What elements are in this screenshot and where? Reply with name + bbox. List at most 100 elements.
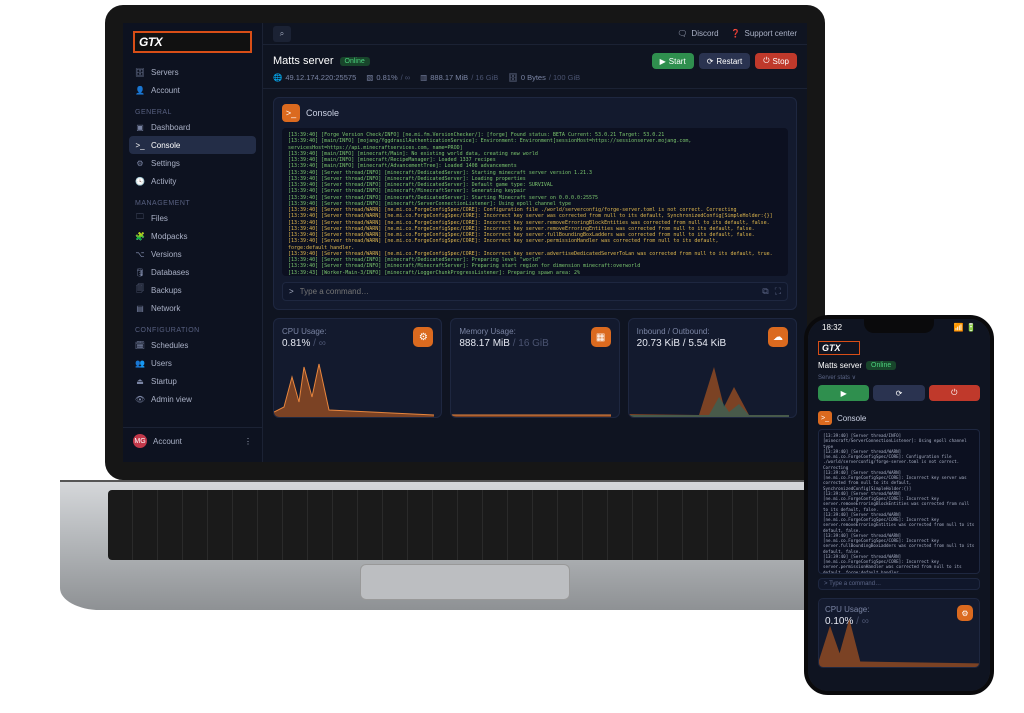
- schedule-icon: 🗓: [135, 340, 145, 350]
- users-icon: 👥: [135, 358, 145, 368]
- nav-activity[interactable]: 🕓 Activity: [123, 172, 262, 190]
- nav-label: Files: [151, 214, 168, 223]
- nav-label: Activity: [151, 177, 176, 186]
- nav-label: Users: [151, 359, 172, 368]
- nav-dashboard[interactable]: ▣ Dashboard: [123, 118, 262, 136]
- search-icon: ⌕: [280, 29, 284, 39]
- brand-logo: GTX: [818, 341, 860, 355]
- main-content: ⌕ 🗨Discord ❓Support center Matts server …: [263, 23, 807, 462]
- server-name: Matts server: [818, 361, 862, 370]
- nav-users[interactable]: 👥 Users: [123, 354, 262, 372]
- network-icon: ▤: [135, 303, 145, 313]
- nav-backups[interactable]: 🗐 Backups: [123, 281, 262, 299]
- cpu-card: CPU Usage: 0.10% / ∞ ⚙: [818, 598, 980, 668]
- discord-link[interactable]: 🗨Discord: [677, 29, 718, 38]
- nav-label: Account: [151, 86, 180, 95]
- backup-icon: 🗐: [135, 285, 145, 295]
- cpu-card-title: CPU Usage:: [282, 327, 433, 336]
- nav-admin-view[interactable]: 👁Admin view: [123, 390, 262, 408]
- console-title: Console: [837, 414, 866, 423]
- nav-label: Backups: [151, 286, 182, 295]
- network-card-title: Inbound / Outbound:: [637, 327, 788, 336]
- user-icon: 👤: [135, 85, 145, 95]
- brand-logo: GTX: [133, 31, 252, 53]
- terminal-icon: >_: [818, 411, 832, 425]
- cpu-sparkline: [274, 362, 434, 417]
- cpu-icon: ▧: [366, 73, 373, 82]
- versions-icon: ⌥: [135, 249, 145, 259]
- fullscreen-button[interactable]: ⛶: [775, 286, 781, 297]
- status-badge: Online: [866, 361, 896, 370]
- power-icon: ⏻: [951, 388, 957, 398]
- server-icon: 🗄: [135, 67, 145, 77]
- sidebar-footer[interactable]: MG Account ⋮: [123, 427, 262, 454]
- discord-icon: 🗨: [677, 29, 687, 38]
- server-ip: 🌐49.12.174.220:25575: [273, 73, 356, 82]
- nav-label: Dashboard: [151, 123, 190, 132]
- nav-settings[interactable]: ⚙Settings: [123, 154, 262, 172]
- terminal-icon: >_: [135, 140, 145, 150]
- phone-signal-icons: 📶 🔋: [954, 323, 976, 332]
- nav-console[interactable]: >_Console: [129, 136, 256, 154]
- restart-button[interactable]: ⟳: [873, 385, 924, 401]
- stop-button[interactable]: ⏻Stop: [755, 53, 797, 69]
- chip-icon: ⚙: [413, 327, 433, 347]
- server-name: Matts server: [273, 55, 334, 67]
- nav-network[interactable]: ▤ Network: [123, 299, 262, 317]
- memory-card: Memory Usage: 888.17 MiB / 16 GiB ▦: [450, 318, 619, 418]
- command-input[interactable]: > Type a command…: [818, 578, 980, 590]
- console-panel: >_Console [13:39:40] [Forge Version Chec…: [273, 97, 797, 310]
- play-icon: ▶: [841, 389, 847, 398]
- nav-startup[interactable]: ⏏Startup: [123, 372, 262, 390]
- console-output[interactable]: [13:39:40] [Server thread/INFO] [minecra…: [818, 429, 980, 574]
- nav-databases[interactable]: 🛢Databases: [123, 263, 262, 281]
- nav-files[interactable]: 🗀Files: [123, 209, 262, 227]
- dots-icon[interactable]: ⋮: [244, 437, 252, 446]
- restart-button[interactable]: ⟳Restart: [699, 53, 751, 69]
- topbar: ⌕ 🗨Discord ❓Support center: [263, 23, 807, 45]
- nav-label: Databases: [151, 268, 189, 277]
- support-link[interactable]: ❓Support center: [731, 29, 797, 38]
- nav-label: Settings: [151, 159, 180, 168]
- nav-modpacks[interactable]: 🧩Modpacks: [123, 227, 262, 245]
- play-icon: ▶: [660, 57, 666, 66]
- nav-account[interactable]: 👤 Account: [123, 81, 262, 99]
- support-label: Support center: [745, 29, 797, 38]
- laptop-trackpad: [360, 564, 570, 600]
- server-mem-stat: ▥888.17 MiB / 16 GiB: [420, 73, 498, 82]
- search-button[interactable]: ⌕: [273, 26, 291, 42]
- phone-time: 18:32: [822, 323, 842, 332]
- memory-icon: ▥: [420, 73, 427, 82]
- phone-frame: 18:32 📶 🔋 GTX Matts server Online Server…: [804, 315, 994, 695]
- server-disk-stat: 🗄0 Bytes / 100 GiB: [508, 73, 580, 82]
- console-output[interactable]: [13:39:40] [Forge Version Check/INFO] [n…: [282, 128, 788, 276]
- copy-button[interactable]: ⧉: [762, 286, 768, 297]
- nav-heading-management: MANAGEMENT: [123, 196, 262, 209]
- network-card: Inbound / Outbound: 20.73 KiB / 5.54 KiB…: [628, 318, 797, 418]
- start-button[interactable]: ▶: [818, 385, 869, 401]
- nav-label: Servers: [151, 68, 179, 77]
- startup-icon: ⏏: [135, 376, 145, 386]
- nav-servers[interactable]: 🗄 Servers: [123, 63, 262, 81]
- cloud-icon: ☁: [768, 327, 788, 347]
- server-stats-toggle[interactable]: Server stats ∨: [808, 374, 990, 385]
- avatar: MG: [133, 434, 147, 448]
- nav-versions[interactable]: ⌥ Versions: [123, 245, 262, 263]
- dashboard-icon: ▣: [135, 122, 145, 132]
- restart-icon: ⟳: [707, 57, 714, 66]
- sidebar: GTX 🗄Servers 👤Account GENERAL ▣Dashboard…: [123, 23, 263, 462]
- cpu-sparkline: [819, 612, 980, 667]
- clock-icon: 🕓: [135, 176, 145, 186]
- stop-button[interactable]: ⏻: [929, 385, 980, 401]
- nav-label: Admin view: [151, 395, 192, 404]
- chevron-icon: >: [289, 287, 294, 296]
- nav-schedules[interactable]: 🗓Schedules: [123, 336, 262, 354]
- command-input[interactable]: [300, 287, 757, 296]
- modpack-icon: 🧩: [135, 231, 145, 241]
- cpu-card: CPU Usage: 0.81% / ∞ ⚙: [273, 318, 442, 418]
- nav-label: Versions: [151, 250, 182, 259]
- laptop-screen: GTX 🗄Servers 👤Account GENERAL ▣Dashboard…: [105, 5, 825, 480]
- nav-label: Network: [151, 304, 180, 313]
- disk-icon: 🗄: [508, 73, 518, 82]
- start-button[interactable]: ▶Start: [652, 53, 694, 69]
